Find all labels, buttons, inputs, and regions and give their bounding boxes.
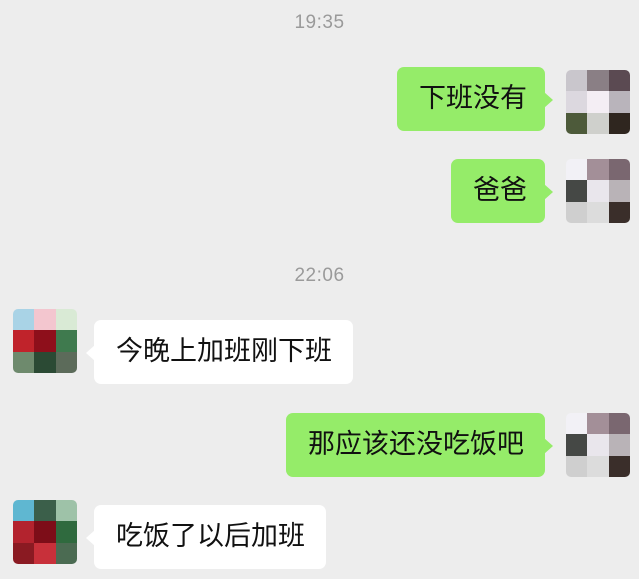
sent-message-bubble[interactable]: 爸爸 — [451, 159, 553, 223]
other-avatar-icon[interactable] — [13, 309, 77, 373]
bubble-tail-icon — [544, 184, 553, 200]
bubble-tail-icon — [544, 438, 553, 454]
message-text: 吃饭了以后加班 — [116, 521, 305, 552]
bubble-tail-icon — [86, 530, 95, 546]
timestamp: 22:06 — [294, 265, 345, 286]
received-message-bubble[interactable]: 今晚上加班刚下班 — [86, 320, 353, 384]
sent-message-bubble[interactable]: 那应该还没吃饭吧 — [286, 413, 553, 477]
received-message-bubble[interactable]: 吃饭了以后加班 — [86, 505, 326, 569]
sent-message-bubble[interactable]: 下班没有 — [397, 67, 553, 131]
self-avatar-icon[interactable] — [566, 159, 630, 223]
message-text: 那应该还没吃饭吧 — [308, 429, 524, 460]
message-text: 下班没有 — [419, 83, 527, 114]
self-avatar-icon[interactable] — [566, 413, 630, 477]
message-text: 爸爸 — [473, 175, 527, 206]
self-avatar-icon[interactable] — [566, 70, 630, 134]
bubble-tail-icon — [86, 345, 95, 361]
message-text: 今晚上加班刚下班 — [116, 336, 332, 367]
other-avatar-icon[interactable] — [13, 500, 77, 564]
bubble-tail-icon — [544, 92, 553, 108]
timestamp: 19:35 — [294, 12, 345, 33]
